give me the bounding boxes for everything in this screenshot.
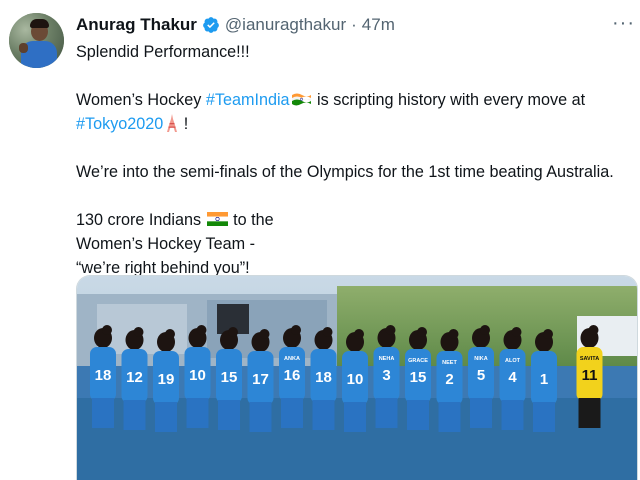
team-photo-illustration: 18 12 19 10 15 17 16 18 10 3 15 2 5 4 1 11ANKA NEHA GRACE… (77, 276, 637, 480)
tweet-photo[interactable]: 18 12 19 10 15 17 16 18 10 3 15 2 5 4 1 11 ANKA NEHA GRACE… (76, 275, 638, 480)
tweet-timestamp[interactable]: 47m (362, 15, 395, 35)
jersey-number: 16 (284, 367, 301, 384)
jersey-number: 2 (445, 371, 453, 388)
tweet-line-text: Women’s Hockey Team - (76, 235, 256, 253)
tweet-line: #Tokyo2020 ! (76, 112, 636, 136)
tweet-line-text: 130 crore Indians (76, 211, 206, 229)
tweet-line: 130 crore Indians to the (76, 208, 636, 232)
jersey-number: 15 (410, 369, 427, 386)
jersey-name: NIKA (474, 356, 487, 362)
jersey-name: NEET (442, 360, 457, 366)
jersey-number: 4 (508, 369, 517, 386)
author-avatar[interactable] (9, 13, 64, 68)
jersey-name: ANKA (284, 356, 300, 362)
header-separator: · (351, 15, 357, 34)
verified-badge-icon (203, 17, 219, 33)
jersey-number: 15 (221, 369, 238, 386)
tokyo-tower-icon (167, 114, 178, 132)
tweet-line-text: Women’s Hockey (76, 91, 206, 109)
jersey-number: 10 (347, 371, 364, 388)
avatar-hand (19, 43, 28, 53)
tweet-line-text: We’re into the semi-finals of the Olympi… (76, 163, 614, 181)
jersey-name: GRACE (408, 358, 428, 364)
jersey-number: 5 (477, 367, 485, 384)
india-flag-wave-icon (291, 93, 311, 106)
tweet-line-text: is scripting history with every move at (312, 91, 586, 109)
jersey-number: 12 (126, 369, 143, 386)
tweet-line: We’re into the semi-finals of the Olympi… (76, 160, 636, 184)
jersey-number: 10 (189, 367, 206, 384)
tweet-line-text: ! (179, 115, 189, 133)
jersey-name: SAVITA (580, 356, 599, 362)
hashtag-tokyo2020[interactable]: #Tokyo2020 (76, 115, 163, 133)
jersey-number: 19 (158, 371, 175, 388)
tweet-line-text: Splendid Performance!!! (76, 43, 250, 61)
author-name[interactable]: Anurag Thakur (76, 15, 197, 35)
jersey-number: 11 (582, 367, 598, 384)
hashtag-teamindia[interactable]: #TeamIndia (206, 91, 290, 109)
jersey-number: 18 (315, 369, 332, 386)
tweet-line: Women’s Hockey #TeamIndia is scripting h… (76, 88, 636, 112)
jersey-number: 3 (382, 367, 390, 384)
india-flag-icon (206, 212, 228, 226)
avatar-hair (30, 19, 49, 28)
jersey-number: 18 (95, 367, 112, 384)
tweet-header: Anurag Thakur @ianuragthakur · 47m (76, 14, 395, 36)
tweet-line: Women’s Hockey Team - (76, 232, 636, 256)
more-options-icon[interactable]: ··· (612, 12, 635, 35)
jersey-number: 1 (540, 371, 548, 388)
jersey-number: 17 (252, 371, 269, 388)
tweet-line-text: to the (228, 211, 274, 229)
jersey-name: ALOT (505, 358, 521, 364)
jersey-name: NEHA (379, 356, 395, 362)
tweet-body: Splendid Performance!!! Women’s Hockey #… (76, 40, 636, 280)
tweet-line: Splendid Performance!!! (76, 40, 636, 64)
author-handle[interactable]: @ianuragthakur (225, 15, 346, 35)
